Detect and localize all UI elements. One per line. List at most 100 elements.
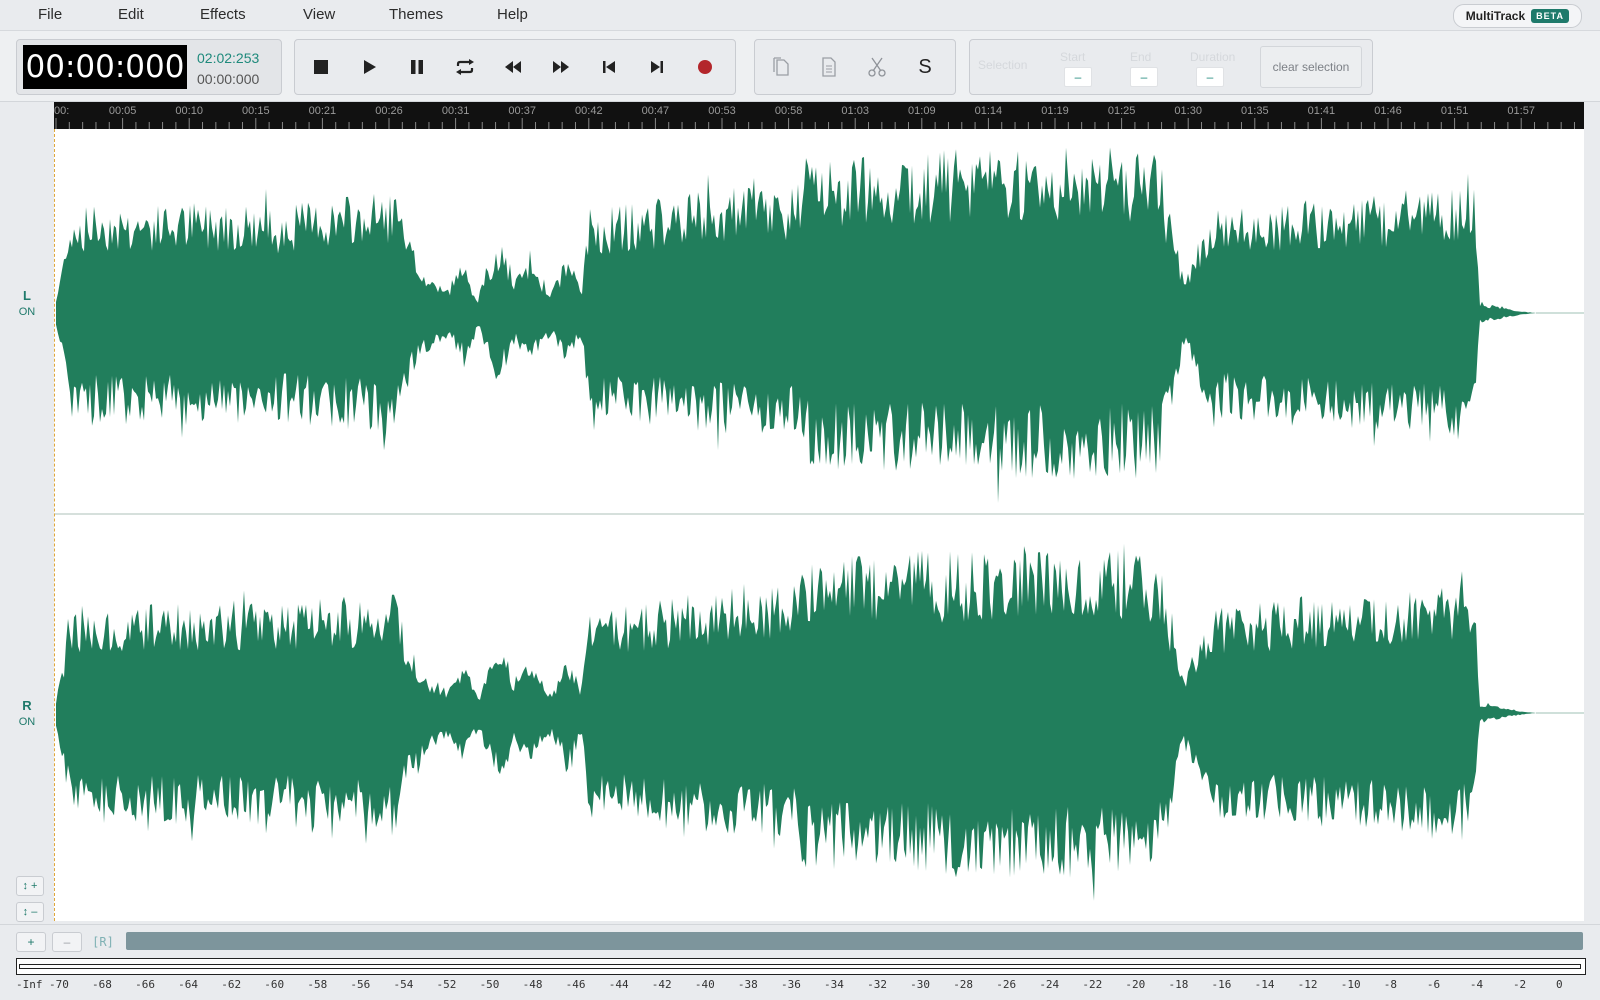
timeline-tick-label: 01:03 xyxy=(841,105,869,117)
copy-button[interactable] xyxy=(767,53,795,81)
brand-badge[interactable]: MultiTrack BETA xyxy=(1452,4,1582,28)
transport-controls xyxy=(294,39,736,95)
meter-scale-label: -24 xyxy=(1039,978,1060,991)
meter-scale-label: -68 xyxy=(92,978,112,991)
reverse-button[interactable]: [R] xyxy=(88,932,118,952)
record-button[interactable] xyxy=(691,53,719,81)
meter-scale-label: -20 xyxy=(1125,978,1146,991)
meter-scale-label: -Inf xyxy=(16,978,43,991)
level-meter-scale: -Inf -70 -68 -66 -64 -62 -60 -58 -56 -54 -52 -50 -48… xyxy=(16,976,1586,994)
timeline-tick-label: 01:51 xyxy=(1441,105,1469,117)
play-button[interactable] xyxy=(355,53,383,81)
skip-to-start-button[interactable] xyxy=(595,53,623,81)
timeline-tick-label: 01:57 xyxy=(1507,105,1535,117)
timeline-tick-label: 00:42 xyxy=(575,105,603,117)
selection-time: 00:00:000 xyxy=(197,71,260,87)
meter-scale-label: -12 xyxy=(1297,978,1318,991)
brand-name: MultiTrack xyxy=(1465,9,1526,23)
pause-icon xyxy=(411,60,423,74)
meter-scale-label: -38 xyxy=(737,978,758,991)
vertical-zoom-in-button[interactable]: ↕ + xyxy=(16,876,44,896)
cut-icon xyxy=(868,57,886,77)
stop-button[interactable] xyxy=(307,53,335,81)
meter-scale-label: -60 xyxy=(264,978,285,991)
duration-value[interactable]: – xyxy=(1196,67,1224,87)
rewind-icon xyxy=(505,61,521,73)
timeline-tick-label: 00:31 xyxy=(442,105,470,117)
meter-scale-label: -10 xyxy=(1340,978,1361,991)
timeline-tick-label: 00:05 xyxy=(109,105,137,117)
play-icon xyxy=(364,60,376,74)
timeline-tick-label: 00:15 xyxy=(242,105,270,117)
menu-edit[interactable]: Edit xyxy=(118,6,144,23)
end-value[interactable]: – xyxy=(1130,67,1158,87)
total-duration: 02:02:253 xyxy=(197,50,260,66)
meter-scale-label: -64 xyxy=(178,978,199,991)
start-value[interactable]: – xyxy=(1064,67,1092,87)
cut-button[interactable] xyxy=(863,53,891,81)
timeline-tick-label: 01:30 xyxy=(1174,105,1202,117)
meter-scale-label: -52 xyxy=(436,978,457,991)
timeline-tick-label: 00:21 xyxy=(309,105,337,117)
meter-scale-label: -44 xyxy=(608,978,629,991)
menu-help[interactable]: Help xyxy=(497,6,528,23)
waveform-left-channel xyxy=(56,147,1536,503)
beta-badge: BETA xyxy=(1531,9,1569,23)
timeline-tick-label: 00:58 xyxy=(775,105,803,117)
fast-forward-icon xyxy=(553,61,569,73)
skip-to-end-button[interactable] xyxy=(643,53,671,81)
timeline-ruler[interactable]: 00: 00:05 00:10 00:15 00:21 00:26 00:31 00:37 00… xyxy=(54,102,1584,129)
meter-scale-label: -50 xyxy=(479,978,500,991)
meter-scale-label: -62 xyxy=(221,978,242,991)
pause-button[interactable] xyxy=(403,53,431,81)
meter-scale-label: -26 xyxy=(996,978,1017,991)
zoom-in-button[interactable]: + xyxy=(16,932,46,952)
timeline-tick-label: 01:19 xyxy=(1041,105,1069,117)
meter-scale-label: -6 xyxy=(1426,978,1441,991)
meter-scale-label: -56 xyxy=(350,978,371,991)
paste-button[interactable] xyxy=(815,53,843,81)
loop-icon xyxy=(456,59,474,75)
playhead-cursor[interactable] xyxy=(54,129,55,921)
channel-strip: L ON R ON ↕ + ↕ – xyxy=(0,102,54,922)
edit-controls: S xyxy=(754,39,956,95)
start-label: Start xyxy=(1060,50,1086,64)
meter-scale-label: -66 xyxy=(135,978,155,991)
menu-effects[interactable]: Effects xyxy=(200,6,246,23)
channel-right-letter: R xyxy=(22,698,32,713)
meter-scale-label: -32 xyxy=(867,978,887,991)
meter-scale-label: -58 xyxy=(307,978,328,991)
copy-icon xyxy=(773,57,789,76)
meter-scale-label: -16 xyxy=(1211,978,1232,991)
waveform-canvas[interactable] xyxy=(54,129,1584,921)
menu-view[interactable]: View xyxy=(303,6,335,23)
meter-scale-label: -18 xyxy=(1168,978,1189,991)
record-icon xyxy=(698,60,712,74)
bottom-bar: + – [R] xyxy=(0,924,1600,957)
channel-left-state: ON xyxy=(18,306,36,318)
timeline-tick-label: 00:37 xyxy=(508,105,536,117)
clear-selection-button[interactable]: clear selection xyxy=(1260,46,1362,88)
channel-right-toggle[interactable]: R ON xyxy=(0,698,54,728)
fast-forward-button[interactable] xyxy=(547,53,575,81)
loop-button[interactable] xyxy=(451,53,479,81)
timeline-tick-label: 01:35 xyxy=(1241,105,1269,117)
menu-file[interactable]: File xyxy=(38,6,62,23)
zoom-out-button[interactable]: – xyxy=(52,932,82,952)
meter-scale-label: -42 xyxy=(651,978,672,991)
vertical-zoom-out-button[interactable]: ↕ – xyxy=(16,902,44,922)
end-label: End xyxy=(1130,50,1152,64)
timeline-tick-label: 00:26 xyxy=(375,105,403,117)
current-time: 00:00:000 xyxy=(23,45,187,89)
waveform-right-channel xyxy=(56,543,1536,901)
meter-scale-label: -22 xyxy=(1082,978,1103,991)
meter-scale-label: -36 xyxy=(780,978,801,991)
rewind-button[interactable] xyxy=(499,53,527,81)
channel-left-toggle[interactable]: L ON xyxy=(0,288,54,318)
horizontal-scrollbar[interactable] xyxy=(126,932,1583,950)
stop-icon xyxy=(314,60,328,74)
silence-button[interactable]: S xyxy=(911,53,939,81)
timeline-tick-label: 00:47 xyxy=(642,105,670,117)
menu-themes[interactable]: Themes xyxy=(389,6,443,23)
skip-forward-icon xyxy=(651,61,663,73)
